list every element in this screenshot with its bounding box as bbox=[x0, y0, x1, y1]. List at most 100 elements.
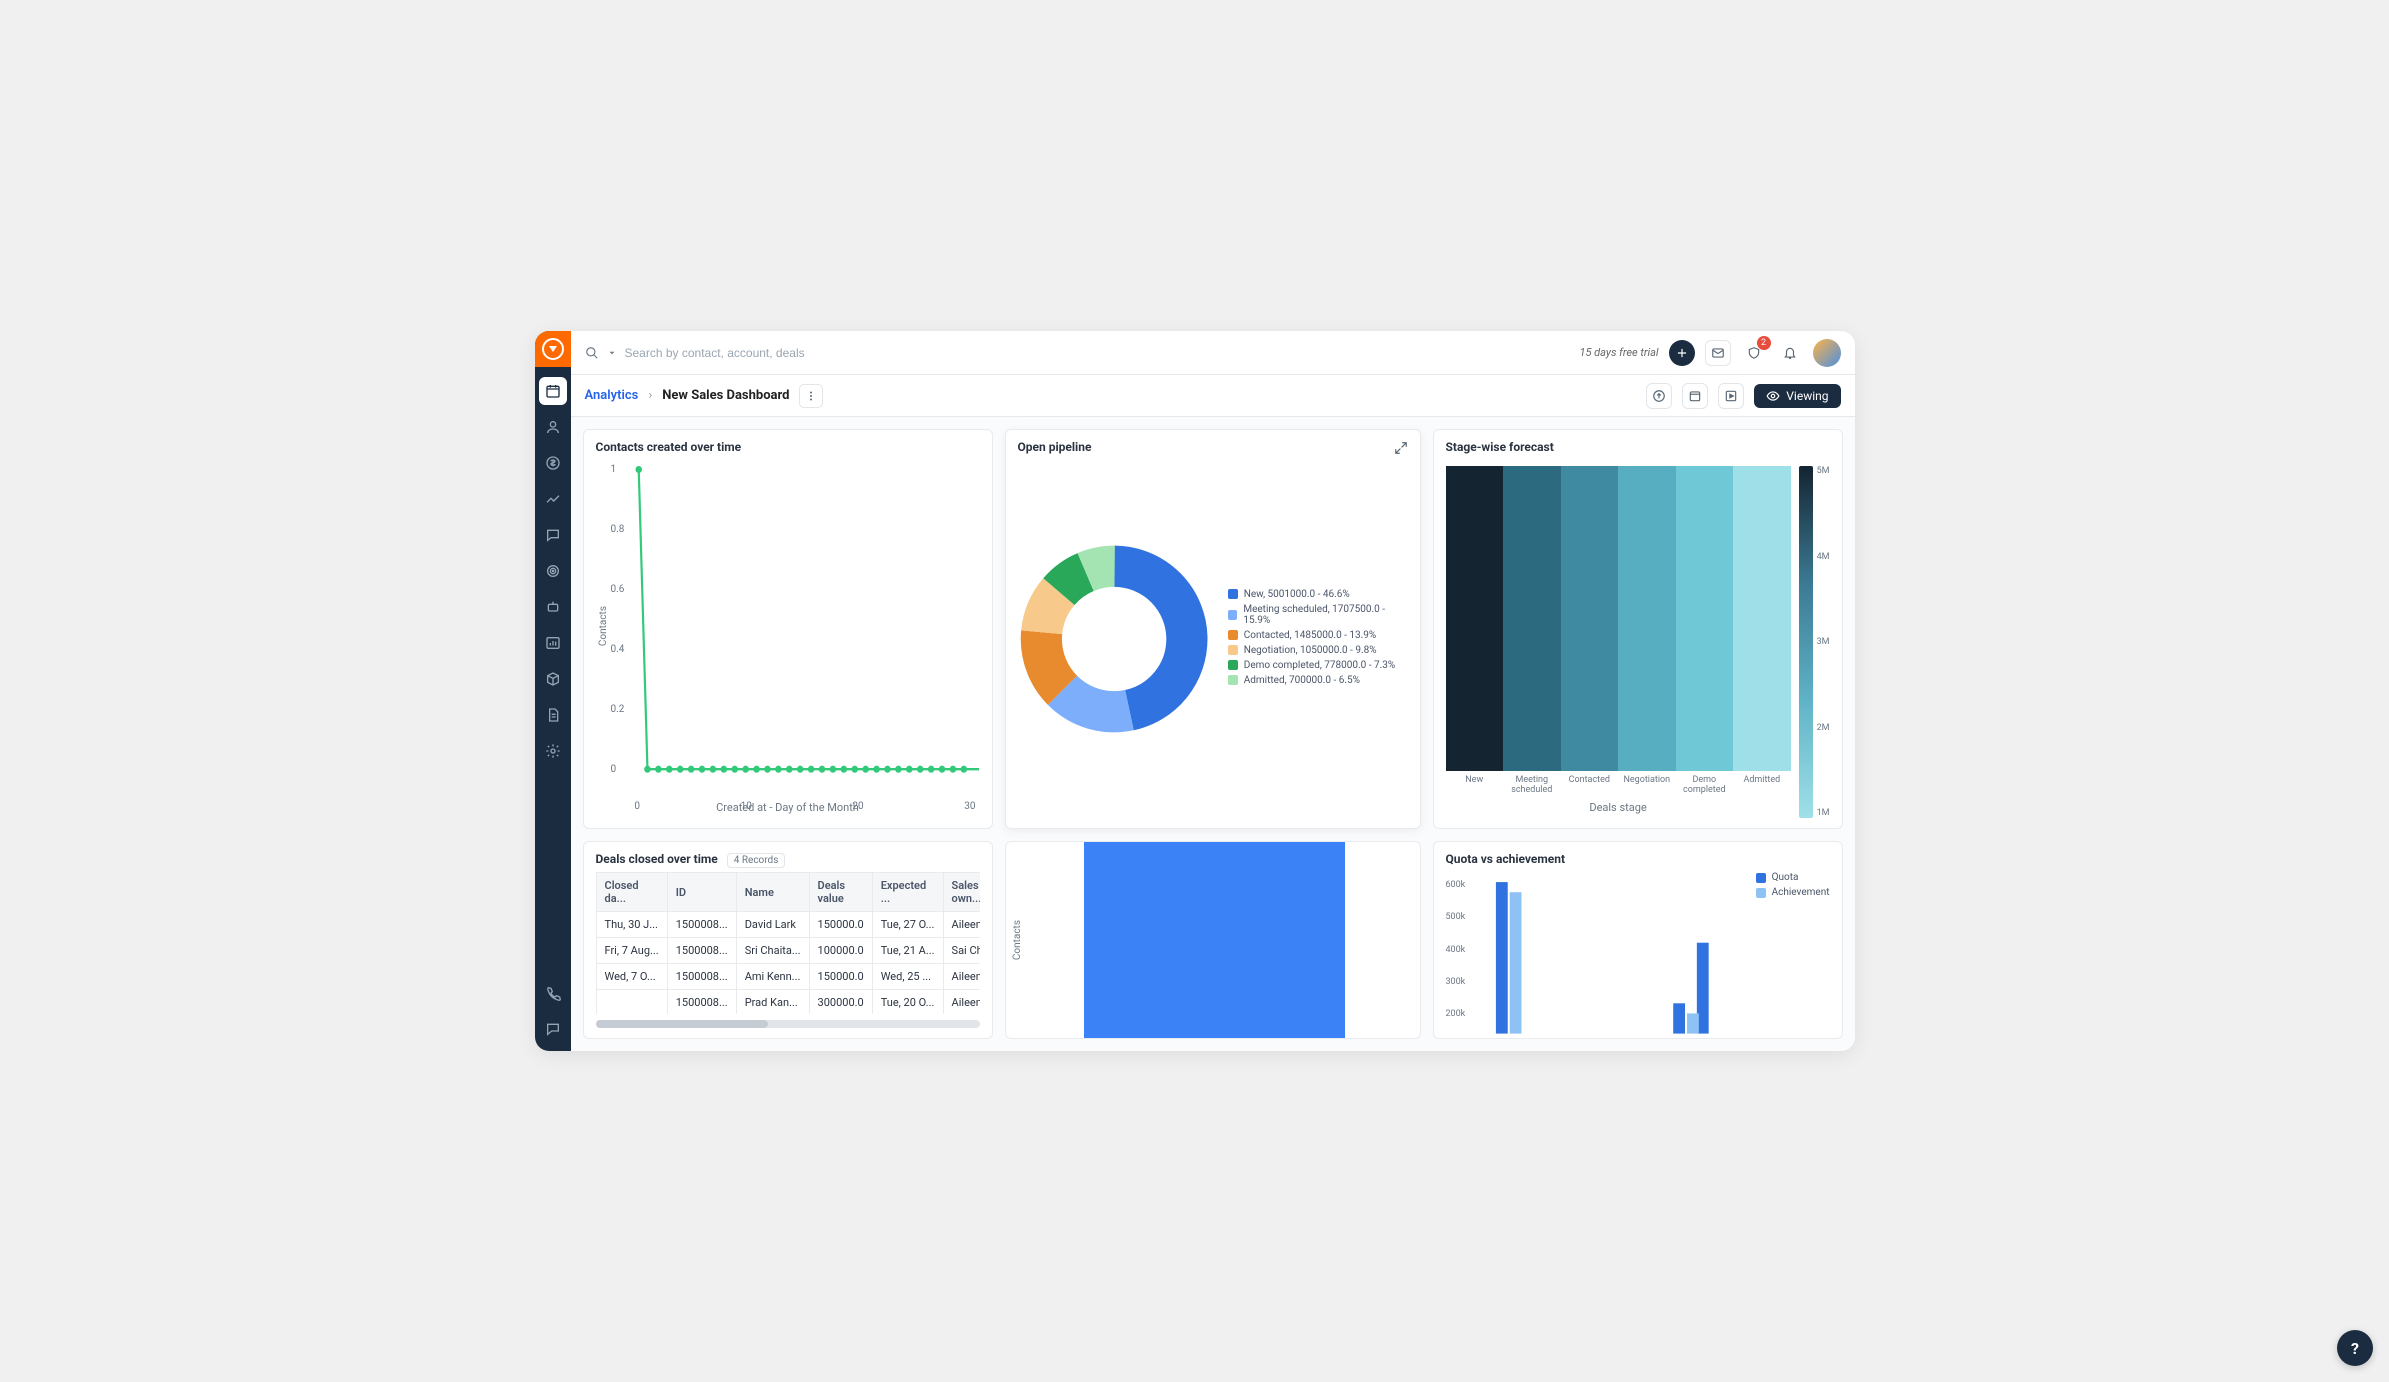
gear-icon bbox=[545, 743, 561, 759]
quota-legend: Quota Achievement bbox=[1756, 872, 1830, 1034]
table-header[interactable]: Deals value bbox=[809, 873, 872, 912]
search-icon[interactable] bbox=[585, 346, 599, 360]
table-cell: Tue, 27 O... bbox=[872, 912, 943, 938]
table-header[interactable]: Name bbox=[736, 873, 809, 912]
sidebar-item-reports[interactable] bbox=[539, 629, 567, 657]
table-header[interactable]: Sales own... bbox=[943, 873, 979, 912]
stage-bar bbox=[1618, 466, 1676, 771]
legend-item: Admitted, 700000.0 - 6.5% bbox=[1228, 675, 1408, 686]
present-button[interactable] bbox=[1718, 383, 1744, 409]
y-axis-label: Contacts bbox=[1006, 920, 1029, 960]
chat-icon bbox=[545, 527, 561, 543]
stage-bar bbox=[1733, 466, 1791, 771]
calendar-icon bbox=[545, 383, 561, 399]
table-row[interactable]: Fri, 7 Aug...1500008...Sri Chaita...1000… bbox=[596, 938, 980, 964]
x-tick: 0 bbox=[634, 801, 640, 812]
sidebar-item-bot[interactable] bbox=[539, 593, 567, 621]
y-tick: 0 bbox=[611, 764, 625, 775]
sidebar-item-deals[interactable] bbox=[539, 449, 567, 477]
quota-chart: 600k 500k 400k 300k 200k bbox=[1446, 872, 1830, 1034]
table-cell: Aileen Ma... bbox=[943, 990, 979, 1015]
dashboard-grid: Contacts created over time Contacts 1 0.… bbox=[571, 417, 1855, 1051]
dollar-icon bbox=[545, 455, 561, 471]
sidebar-item-phone[interactable] bbox=[539, 979, 567, 1007]
scale-tick: 2M bbox=[1817, 723, 1830, 733]
sidebar-item-contacts[interactable] bbox=[539, 413, 567, 441]
table-header[interactable]: Expected ... bbox=[872, 873, 943, 912]
table-header[interactable]: ID bbox=[667, 873, 736, 912]
user-icon bbox=[545, 419, 561, 435]
card-title: Quota vs achievement bbox=[1446, 852, 1830, 866]
table-row[interactable]: Thu, 30 J...1500008...David Lark150000.0… bbox=[596, 912, 980, 938]
breadcrumb-sep: › bbox=[648, 388, 652, 403]
document-icon bbox=[545, 707, 561, 723]
target-icon bbox=[545, 563, 561, 579]
table-row[interactable]: Wed, 7 O...1500008...Ami Kenn...150000.0… bbox=[596, 964, 980, 990]
app-logo[interactable] bbox=[535, 331, 571, 367]
sidebar-item-products[interactable] bbox=[539, 665, 567, 693]
y-tick: 0.4 bbox=[611, 644, 625, 655]
alert-button[interactable]: 2 bbox=[1741, 340, 1767, 366]
sidebar bbox=[535, 331, 571, 1051]
chevron-down-icon[interactable] bbox=[607, 348, 617, 358]
card-contacts-over-time: Contacts created over time Contacts 1 0.… bbox=[583, 429, 993, 829]
scale-tick: 5M bbox=[1817, 466, 1830, 476]
sidebar-item-chat[interactable] bbox=[539, 521, 567, 549]
sidebar-item-goals[interactable] bbox=[539, 557, 567, 585]
table-cell: Wed, 25 ... bbox=[872, 964, 943, 990]
box-icon bbox=[545, 671, 561, 687]
speech-icon bbox=[545, 1021, 561, 1037]
sidebar-item-conversations[interactable] bbox=[539, 1015, 567, 1043]
search-input[interactable] bbox=[625, 346, 885, 360]
expand-button[interactable] bbox=[1394, 440, 1408, 459]
calendar-small-icon bbox=[1688, 389, 1702, 403]
topbar: 15 days free trial 2 bbox=[571, 331, 1855, 375]
stage-bar bbox=[1503, 466, 1561, 771]
dashboard-menu-button[interactable] bbox=[799, 384, 823, 408]
play-icon bbox=[1724, 389, 1738, 403]
table-header[interactable]: Closed da... bbox=[596, 873, 667, 912]
kebab-icon bbox=[805, 390, 817, 402]
schedule-button[interactable] bbox=[1682, 383, 1708, 409]
table-cell: 300000.0 bbox=[809, 990, 872, 1015]
scale-tick: 3M bbox=[1817, 637, 1830, 647]
scale-tick: 4M bbox=[1817, 552, 1830, 562]
stage-bar bbox=[1446, 466, 1504, 771]
y-tick: 1 bbox=[611, 464, 625, 475]
viewing-button[interactable]: Viewing bbox=[1754, 384, 1840, 408]
main-area: 15 days free trial 2 Analytics › New Sal… bbox=[571, 331, 1855, 1051]
stage-label: Contacted bbox=[1561, 775, 1619, 795]
card-title: Deals closed over time 4 Records bbox=[596, 852, 980, 866]
card-quota: Quota vs achievement 600k 500k 400k 300k… bbox=[1433, 841, 1843, 1039]
stage-bar bbox=[1561, 466, 1619, 771]
card-open-pipeline: Open pipeline New, 5001000.0 - 46.6% bbox=[1005, 429, 1421, 829]
table-cell: Aileen Ma... bbox=[943, 912, 979, 938]
sidebar-item-analytics[interactable] bbox=[539, 485, 567, 513]
table-cell: Tue, 21 A... bbox=[872, 938, 943, 964]
table-cell: 150000.0 bbox=[809, 912, 872, 938]
bell-button[interactable] bbox=[1777, 340, 1803, 366]
table-cell: Ami Kenn... bbox=[736, 964, 809, 990]
sidebar-item-documents[interactable] bbox=[539, 701, 567, 729]
table-cell: Thu, 30 J... bbox=[596, 912, 667, 938]
plus-icon bbox=[1675, 346, 1689, 360]
table-cell: 100000.0 bbox=[809, 938, 872, 964]
sidebar-item-settings[interactable] bbox=[539, 737, 567, 765]
export-button[interactable] bbox=[1646, 383, 1672, 409]
add-button[interactable] bbox=[1669, 340, 1695, 366]
sidebar-item-calendar[interactable] bbox=[539, 377, 567, 405]
legend-item: Contacted, 1485000.0 - 13.9% bbox=[1228, 630, 1408, 641]
table-cell: Tue, 20 O... bbox=[872, 990, 943, 1015]
y-tick: 0.2 bbox=[611, 704, 625, 715]
stage-label: Demo completed bbox=[1676, 775, 1734, 795]
deals-table[interactable]: Closed da...IDNameDeals valueExpected ..… bbox=[596, 872, 980, 1014]
breadcrumb-bar: Analytics › New Sales Dashboard Viewing bbox=[571, 375, 1855, 417]
table-scrollbar[interactable] bbox=[596, 1020, 980, 1028]
expand-icon bbox=[1394, 441, 1408, 455]
legend-item: New, 5001000.0 - 46.6% bbox=[1228, 589, 1408, 600]
bar-chart-icon bbox=[545, 635, 561, 651]
mail-button[interactable] bbox=[1705, 340, 1731, 366]
breadcrumb-root[interactable]: Analytics bbox=[585, 388, 639, 403]
user-avatar[interactable] bbox=[1813, 339, 1841, 367]
table-row[interactable]: 1500008...Prad Kan...300000.0Tue, 20 O..… bbox=[596, 990, 980, 1015]
